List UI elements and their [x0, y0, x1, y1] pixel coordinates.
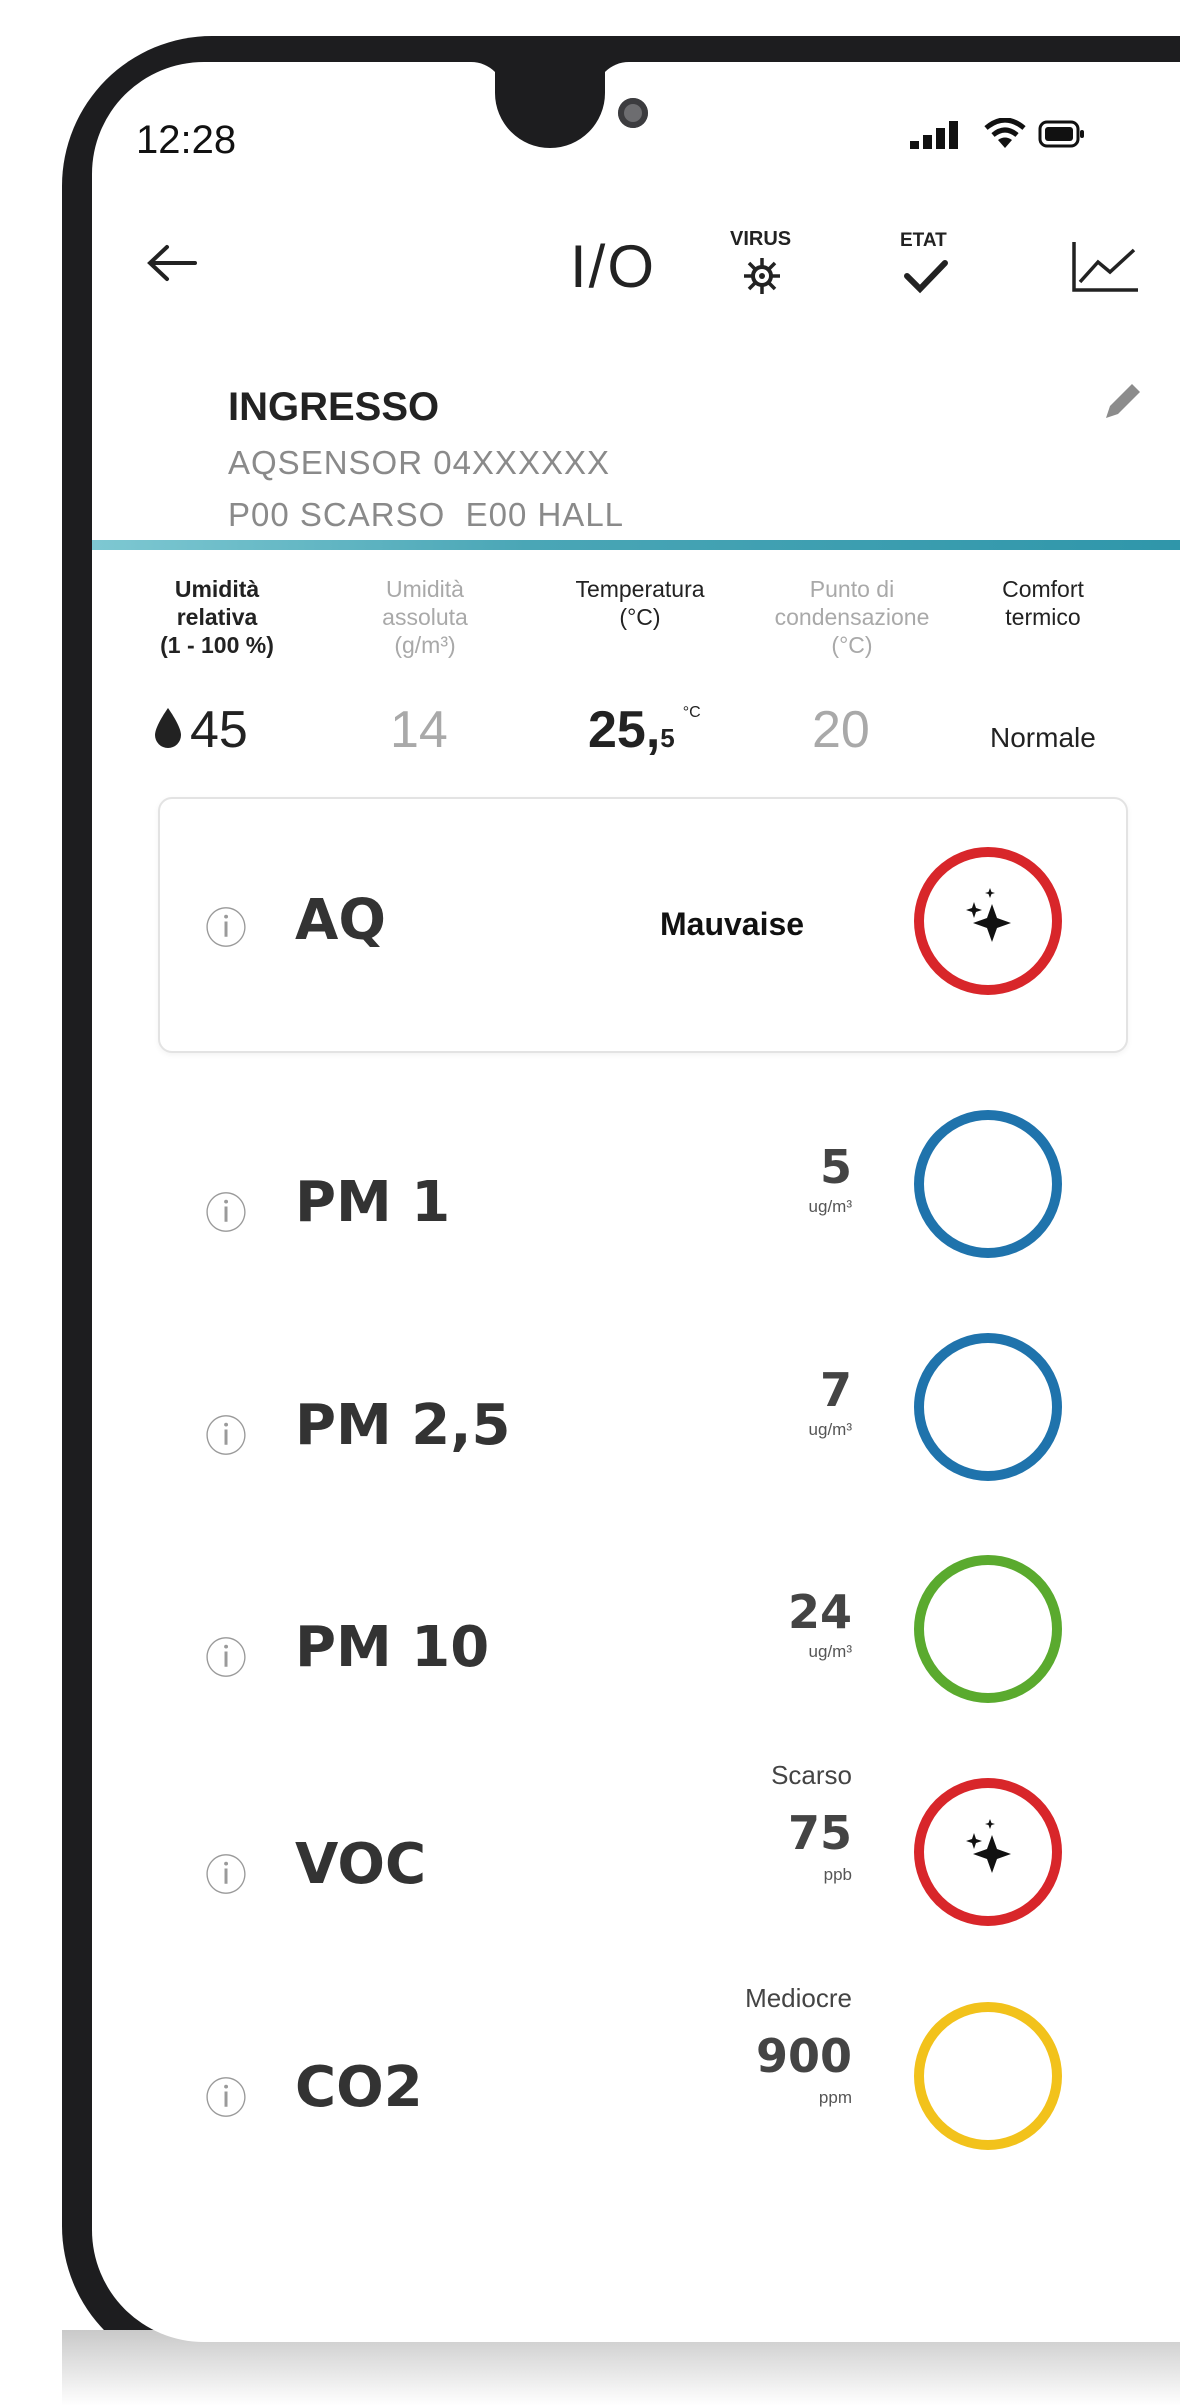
- aq-status: Mauvaise: [660, 906, 805, 942]
- co2-label: CO2: [295, 2055, 423, 2120]
- aq-label: AQ: [295, 888, 386, 953]
- pm1-info-icon[interactable]: ⓘ: [205, 1180, 247, 1241]
- thermal-comfort-value: Normale: [990, 722, 1096, 753]
- pm1-unit: ug/m³: [808, 1197, 852, 1216]
- pm25-value: 7: [819, 1363, 852, 1417]
- chart-icon[interactable]: [1070, 240, 1140, 294]
- metric-label-relative-humidity: Umidità relativa (1 - 100 %): [160, 576, 274, 658]
- io-button[interactable]: I/O: [570, 232, 656, 301]
- checkmark-icon[interactable]: [904, 258, 948, 294]
- pm10-label: PM 10: [295, 1615, 490, 1680]
- co2-status-ring: [914, 2002, 1062, 2150]
- pm10-status-ring: [914, 1555, 1062, 1703]
- virus-label: VIRUS: [730, 228, 792, 250]
- aq-info-icon[interactable]: ⓘ: [205, 895, 247, 956]
- status-time: 12:28: [136, 118, 237, 162]
- voc-label: VOC: [295, 1832, 427, 1897]
- metric-label-dew-point: Punto di condensazione (°C): [774, 576, 930, 658]
- co2-info-icon[interactable]: ⓘ: [205, 2065, 247, 2126]
- pm10-value: 24: [787, 1585, 852, 1639]
- voc-status: Scarso: [771, 1760, 852, 1790]
- voc-value: 75: [787, 1806, 852, 1860]
- relative-humidity-value: 45: [190, 701, 248, 759]
- pm10-info-icon[interactable]: ⓘ: [205, 1625, 247, 1686]
- co2-unit: ppm: [818, 2088, 852, 2107]
- voc-info-icon[interactable]: ⓘ: [205, 1842, 247, 1903]
- water-drop-icon: [155, 708, 181, 748]
- battery-icon: [1038, 120, 1084, 148]
- metric-label-thermal-comfort: Comfort termico: [1002, 576, 1084, 630]
- metric-label-temperature: Temperatura (°C): [575, 576, 705, 630]
- absolute-humidity-value: 14: [390, 701, 448, 759]
- pm1-value: 5: [819, 1140, 852, 1194]
- pm1-status-ring: [914, 1110, 1062, 1258]
- sensor-id: AQSENSOR 04XXXXXX: [228, 444, 610, 481]
- co2-status: Mediocre: [745, 1983, 852, 2013]
- etat-label: ETAT: [900, 230, 947, 251]
- pm25-label: PM 2,5: [295, 1393, 511, 1458]
- voc-unit: ppb: [823, 1865, 852, 1884]
- header-divider: [92, 540, 1180, 550]
- pm1-label: PM 1: [295, 1170, 451, 1235]
- temperature-value: 25,5°C: [588, 701, 701, 759]
- status-icons: [910, 118, 1086, 150]
- wifi-icon: [984, 118, 1026, 148]
- front-camera: [618, 98, 648, 128]
- dew-point-value: 20: [812, 701, 870, 759]
- location-place: P00 SCARSO E00 HALL: [228, 496, 625, 533]
- metric-label-absolute-humidity: Umidità assoluta (g/m³): [382, 576, 468, 658]
- sparkle-icon: [966, 888, 1011, 942]
- location-name: INGRESSO: [228, 385, 440, 429]
- signal-icon: [910, 121, 958, 149]
- back-arrow-icon[interactable]: [145, 243, 197, 283]
- pm25-status-ring: [914, 1333, 1062, 1481]
- co2-value: 900: [755, 2029, 852, 2083]
- pm25-unit: ug/m³: [808, 1420, 852, 1439]
- pm10-unit: ug/m³: [808, 1642, 852, 1661]
- virus-icon[interactable]: [743, 257, 781, 295]
- edit-pencil-icon[interactable]: [1100, 378, 1146, 424]
- pm25-info-icon[interactable]: ⓘ: [205, 1403, 247, 1464]
- sparkle-icon: [966, 1819, 1011, 1873]
